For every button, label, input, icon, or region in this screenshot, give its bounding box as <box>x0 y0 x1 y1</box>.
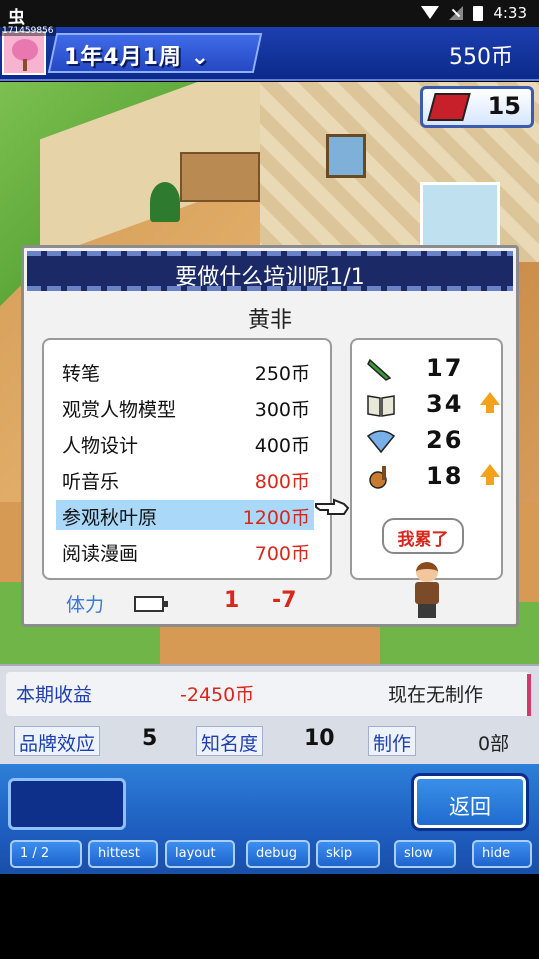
skip-button[interactable]: skip <box>316 840 380 868</box>
user-id: 171459856 <box>0 26 56 36</box>
training-option[interactable]: 听音乐 800币 <box>56 464 314 494</box>
training-options-list: 转笔 250币 观赏人物模型 300币 人物设计 400币 听音乐 800币 参… <box>42 338 332 580</box>
production-status: 现在无制作 <box>388 684 484 706</box>
debug-button[interactable]: debug <box>246 840 310 868</box>
status-bar: 虫 4:33 <box>0 0 539 28</box>
ticket-counter[interactable]: 15 <box>420 86 534 128</box>
training-dialog: 要做什么培训呢1/1 黄非 转笔 250币 观赏人物模型 300币 人物设计 4… <box>21 245 519 627</box>
film-strip-top <box>27 251 513 256</box>
dialog-title-bar: 要做什么培训呢1/1 <box>27 251 513 291</box>
option-cost: 300币 <box>254 399 310 421</box>
option-cost: 400币 <box>254 435 310 457</box>
income-label: 本期收益 <box>16 684 93 706</box>
fame-label: 知名度 <box>196 726 264 756</box>
character-sprite <box>409 560 445 618</box>
hittest-button[interactable]: hittest <box>88 840 158 868</box>
clock: 4:33 <box>493 4 527 22</box>
company-avatar[interactable] <box>2 31 46 75</box>
signal-icon <box>449 6 464 20</box>
sprite-legs <box>418 604 436 618</box>
game-date-text: 1年4月1周 <box>64 45 182 70</box>
stat-value: 18 <box>426 462 464 490</box>
scroll-indicator <box>527 674 531 716</box>
stamina-value: 1 <box>224 588 240 613</box>
sprite-head <box>416 562 438 582</box>
ticket-icon <box>427 93 471 121</box>
option-name: 阅读漫画 <box>62 543 139 565</box>
back-button[interactable]: 返回 <box>411 773 529 831</box>
arrow-up-icon <box>480 464 500 485</box>
fan-icon <box>366 430 396 454</box>
app-notification-icon: 虫 <box>8 8 25 28</box>
stat-row: 17 <box>366 354 496 384</box>
dialog-title: 要做什么培训呢1/1 <box>175 265 365 290</box>
slow-button[interactable]: slow <box>394 840 456 868</box>
stat-row: 26 <box>366 426 496 456</box>
stat-row: 18 <box>366 462 500 492</box>
stat-value: 34 <box>426 390 464 418</box>
pencil-icon <box>367 358 392 381</box>
stat-value: 17 <box>426 354 464 382</box>
training-option-selected[interactable]: 参观秋叶原 1200币 <box>56 500 314 530</box>
empty-area <box>0 874 539 959</box>
stat-value: 26 <box>426 426 464 454</box>
training-option[interactable]: 转笔 250币 <box>56 356 314 386</box>
training-option[interactable]: 人物设计 400币 <box>56 428 314 458</box>
page-indicator-button[interactable]: 1 / 2 <box>10 840 82 868</box>
training-option[interactable]: 观赏人物模型 300币 <box>56 392 314 422</box>
money-display: 550币 <box>449 45 513 70</box>
layout-button[interactable]: layout <box>165 840 235 868</box>
sprite-body <box>415 582 439 604</box>
option-name: 听音乐 <box>62 471 120 493</box>
training-option[interactable]: 阅读漫画 700币 <box>56 536 314 566</box>
stamina-label: 体力 <box>66 594 105 616</box>
option-cost: 1200币 <box>242 507 310 529</box>
speech-bubble: 我累了 <box>382 518 464 554</box>
battery-icon <box>473 5 484 21</box>
option-name: 转笔 <box>62 363 101 385</box>
production-label: 制作 <box>368 726 417 756</box>
bulletin-board <box>326 134 366 178</box>
option-cost: 800币 <box>254 471 310 493</box>
pointing-hand-icon <box>315 498 350 515</box>
production-count: 0部 <box>478 733 510 755</box>
option-name: 观赏人物模型 <box>62 399 177 421</box>
stamina-delta: -7 <box>272 588 297 613</box>
game-header: 171459856 1年4月1周 ⌄ 550币 <box>0 26 539 81</box>
income-value: -2450币 <box>180 684 255 706</box>
option-cost: 700币 <box>254 543 310 565</box>
brand-label: 品牌效应 <box>14 726 101 756</box>
chevron-down-icon: ⌄ <box>190 45 211 70</box>
footer-bar: 返回 1 / 2 hittest layout debug skip slow … <box>0 764 539 874</box>
wifi-icon <box>421 6 440 20</box>
battery-icon <box>134 596 168 612</box>
status-icons: 4:33 <box>421 4 527 22</box>
game-date[interactable]: 1年4月1周 ⌄ <box>64 39 210 71</box>
footer-empty-slot <box>8 778 126 830</box>
potted-plant-icon <box>150 182 180 222</box>
character-name: 黄非 <box>247 308 292 333</box>
bookshelf <box>180 152 260 202</box>
stat-row: 34 <box>366 390 500 420</box>
hide-button[interactable]: hide <box>472 840 532 868</box>
option-name: 参观秋叶原 <box>62 507 158 529</box>
option-cost: 250币 <box>254 363 310 385</box>
option-name: 人物设计 <box>62 435 139 457</box>
arrow-up-icon <box>480 392 500 413</box>
ticket-count: 15 <box>487 92 521 120</box>
cherry-tree-icon <box>12 39 38 61</box>
book-icon <box>367 395 395 417</box>
guitar-icon <box>369 466 387 489</box>
tree-trunk <box>23 59 27 71</box>
company-info-panel: 本期收益 -2450币 现在无制作 品牌效应 5 知名度 10 制作 0部 <box>0 664 539 764</box>
fame-value: 10 <box>304 726 335 751</box>
brand-value: 5 <box>142 726 158 751</box>
